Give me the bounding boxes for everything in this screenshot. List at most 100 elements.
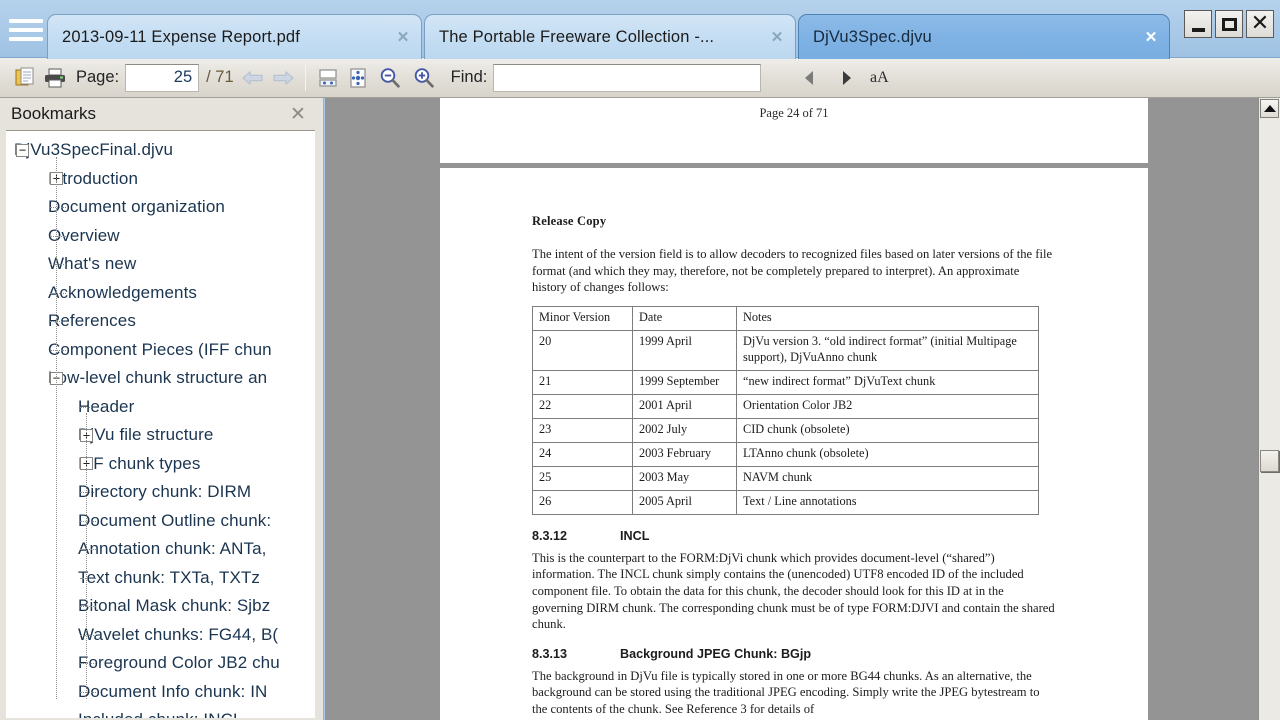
section-heading-8-3-13: 8.3.13 Background JPEG Chunk: BGjp: [532, 647, 1057, 661]
bookmark-item[interactable]: Wavelet chunks: FG44, B(: [6, 621, 315, 650]
match-case-button[interactable]: aA: [861, 62, 897, 94]
table-cell: 2001 April: [633, 394, 737, 418]
tab-portable-freeware[interactable]: The Portable Freeware Collection -... ✕: [424, 14, 796, 59]
bookmark-item[interactable]: Component Pieces (IFF chun: [6, 336, 315, 365]
maximize-button[interactable]: [1215, 10, 1243, 38]
document-vertical-scrollbar[interactable]: [1258, 98, 1280, 720]
tab-close-icon[interactable]: ✕: [767, 27, 787, 47]
bookmarks-tree-container: −DjVu3SpecFinal.djvu+IntroductionDocumen…: [6, 130, 315, 718]
document-content: Release Copy The intent of the version f…: [532, 214, 1057, 720]
bookmark-item[interactable]: Acknowledgements: [6, 279, 315, 308]
tab-djvu3spec[interactable]: DjVu3Spec.djvu ✕: [798, 14, 1170, 59]
table-row: 232002 JulyCID chunk (obsolete): [533, 418, 1039, 442]
table-cell: 25: [533, 466, 633, 490]
fit-page-button[interactable]: [343, 62, 373, 94]
tree-guide-line: [86, 413, 87, 699]
bookmark-item[interactable]: References: [6, 307, 315, 336]
table-cell: LTAnno chunk (obsolete): [737, 442, 1039, 466]
fit-width-icon: [317, 67, 339, 89]
scroll-up-button[interactable]: [1260, 99, 1279, 118]
find-previous-button[interactable]: [795, 62, 825, 94]
window-controls: ✕: [1184, 10, 1274, 38]
minimize-button[interactable]: [1184, 10, 1212, 38]
scrollbar-thumb[interactable]: [1260, 450, 1279, 472]
scrollbar-track[interactable]: [1259, 120, 1280, 720]
bookmark-label: Document Outline chunk:: [78, 511, 271, 531]
page-footer-label: Page 24 of 71: [440, 106, 1148, 121]
tab-expense-report[interactable]: 2013-09-11 Expense Report.pdf ✕: [47, 14, 422, 59]
table-cell: 2003 February: [633, 442, 737, 466]
bookmark-item[interactable]: +IFF chunk types: [6, 450, 315, 479]
djvu-viewer-window: 2013-09-11 Expense Report.pdf ✕ The Port…: [0, 0, 1280, 720]
page-number-input[interactable]: [125, 64, 199, 92]
tab-bar: 2013-09-11 Expense Report.pdf ✕ The Port…: [0, 0, 1280, 58]
table-cell: 21: [533, 370, 633, 394]
tree-connector: [80, 492, 96, 493]
bookmark-item[interactable]: −Low-level chunk structure an: [6, 364, 315, 393]
release-copy-label: Release Copy: [532, 214, 1057, 229]
bookmark-item[interactable]: Header: [6, 393, 315, 422]
bookmarks-close-icon[interactable]: ✕: [287, 103, 309, 125]
bookmark-label: Acknowledgements: [48, 283, 197, 303]
previous-page-button[interactable]: [238, 62, 268, 94]
tree-connector: [80, 606, 96, 607]
close-icon: ✕: [1251, 14, 1269, 34]
table-cell: 2002 July: [633, 418, 737, 442]
table-cell: 20: [533, 330, 633, 370]
bookmark-item[interactable]: Annotation chunk: ANTa,: [6, 535, 315, 564]
bookmark-item[interactable]: What's new: [6, 250, 315, 279]
bookmark-item[interactable]: Document organization: [6, 193, 315, 222]
fit-width-button[interactable]: [313, 62, 343, 94]
match-case-label: aA: [870, 69, 889, 87]
print-icon: [44, 67, 66, 88]
bookmarks-scroll-gutter[interactable]: [315, 130, 323, 718]
bookmark-item[interactable]: +DjVu file structure: [6, 421, 315, 450]
bookmarks-header: Bookmarks ✕: [0, 98, 323, 130]
tree-connector: [80, 549, 96, 550]
bookmark-item[interactable]: Directory chunk: DIRM: [6, 478, 315, 507]
copy-button[interactable]: [10, 62, 40, 94]
bookmark-item[interactable]: Document Outline chunk:: [6, 507, 315, 536]
table-cell: 1999 April: [633, 330, 737, 370]
find-label: Find:: [441, 68, 494, 87]
fit-page-icon: [347, 67, 369, 89]
bookmarks-panel: Bookmarks ✕ −DjVu3SpecFinal.djvu+Introdu…: [0, 98, 324, 720]
section-body-8-3-13: The background in DjVu file is typically…: [532, 668, 1057, 718]
tab-close-icon[interactable]: ✕: [393, 27, 413, 47]
tree-connector: [50, 321, 66, 322]
zoom-in-button[interactable]: [407, 62, 441, 94]
tree-connector: [50, 264, 66, 265]
tree-connector: [80, 407, 96, 408]
bookmark-item[interactable]: +Introduction: [6, 165, 315, 194]
document-view[interactable]: Page 24 of 71 Release Copy The intent of…: [325, 98, 1280, 720]
zoom-out-button[interactable]: [373, 62, 407, 94]
find-input[interactable]: [493, 64, 761, 92]
bookmark-item[interactable]: Text chunk: TXTa, TXTz: [6, 564, 315, 593]
menu-hamburger-icon[interactable]: [9, 16, 43, 44]
bookmark-item[interactable]: Bitonal Mask chunk: Sjbz: [6, 592, 315, 621]
collapse-toggle-icon[interactable]: −: [16, 144, 29, 157]
hamburger-line: [9, 28, 43, 32]
table-row: 242003 FebruaryLTAnno chunk (obsolete): [533, 442, 1039, 466]
hamburger-line: [9, 37, 43, 41]
bookmark-item[interactable]: Overview: [6, 222, 315, 251]
bookmark-item[interactable]: −DjVu3SpecFinal.djvu: [6, 136, 315, 165]
bookmark-item[interactable]: Foreground Color JB2 chu: [6, 649, 315, 678]
print-button[interactable]: [40, 62, 70, 94]
table-row: 222001 AprilOrientation Color JB2: [533, 394, 1039, 418]
find-next-button[interactable]: [831, 62, 861, 94]
table-cell: 1999 September: [633, 370, 737, 394]
tab-label: DjVu3Spec.djvu: [813, 28, 1135, 47]
next-page-button[interactable]: [268, 62, 298, 94]
bookmark-label: Wavelet chunks: FG44, B(: [78, 625, 278, 645]
bookmark-item[interactable]: Document Info chunk: IN: [6, 678, 315, 707]
bookmark-label: Included chunk: INCL: [78, 710, 243, 718]
table-cell: Orientation Color JB2: [737, 394, 1039, 418]
bookmark-label: Component Pieces (IFF chun: [48, 340, 272, 360]
close-button[interactable]: ✕: [1246, 10, 1274, 38]
bookmark-item[interactable]: Included chunk: INCL: [6, 706, 315, 718]
maximize-icon: [1222, 18, 1237, 31]
tree-connector: [50, 293, 66, 294]
bookmark-label: DjVu file structure: [78, 425, 213, 445]
tab-close-icon[interactable]: ✕: [1141, 27, 1161, 47]
